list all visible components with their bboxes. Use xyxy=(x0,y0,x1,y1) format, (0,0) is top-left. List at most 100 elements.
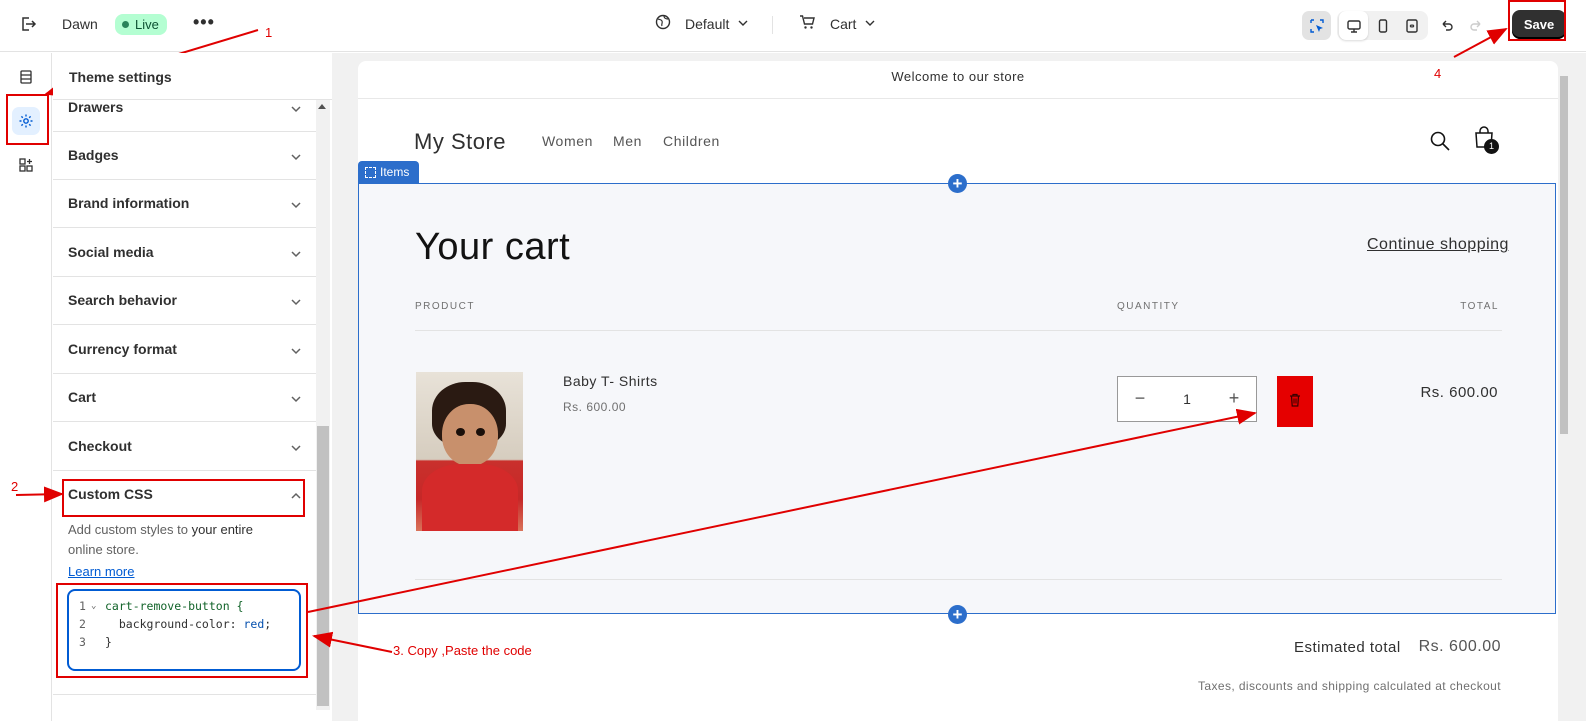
chevron-down-icon xyxy=(737,16,749,32)
code-line: 2 background-color: red; xyxy=(69,615,299,633)
code-property: background-color: xyxy=(105,617,244,631)
code-text: background-color: red; xyxy=(105,615,271,633)
top-bar: Dawn Live ••• Default Cart Save xyxy=(0,0,1586,52)
product-price: Rs. 600.00 xyxy=(563,400,627,414)
nav-link-children[interactable]: Children xyxy=(663,133,720,149)
section-search-behavior[interactable]: Search behavior xyxy=(53,277,316,325)
divider xyxy=(772,16,773,34)
desc-text: online store. xyxy=(68,542,139,557)
line-number: 3 xyxy=(79,635,86,649)
annotation-step-1: 1 xyxy=(265,25,273,40)
column-header-quantity: QUANTITY xyxy=(1117,301,1180,312)
code-value: red xyxy=(243,617,265,631)
store-logo[interactable]: My Store xyxy=(414,129,506,155)
plus-icon[interactable]: + xyxy=(1224,388,1244,409)
live-badge: Live xyxy=(115,14,167,35)
column-header-total: TOTAL xyxy=(1460,301,1499,312)
custom-css-editor[interactable]: 1 ⌄ cart-remove-button { 2 background-co… xyxy=(67,589,301,671)
section-checkout[interactable]: Checkout xyxy=(53,423,316,471)
annotation-step-4: 4 xyxy=(1434,66,1442,81)
cart-title: Your cart xyxy=(415,226,571,268)
desc-text: Add custom styles to xyxy=(68,522,192,537)
code-line: 1 ⌄ cart-remove-button { xyxy=(69,597,299,615)
scroll-up-arrow-icon[interactable] xyxy=(318,104,326,109)
product-image-detail xyxy=(422,464,518,531)
code-punct: ; xyxy=(264,617,272,631)
template-selector[interactable]: Default xyxy=(655,14,749,33)
section-cart[interactable]: Cart xyxy=(53,374,316,422)
panel-header: Theme settings xyxy=(53,53,332,100)
desktop-icon[interactable] xyxy=(1339,11,1368,40)
app-embeds-icon[interactable] xyxy=(12,151,40,179)
chevron-down-icon xyxy=(290,392,302,404)
page-selector-label: Cart xyxy=(830,15,857,32)
toolbar-tools xyxy=(1302,11,1490,40)
announcement-bar: Welcome to our store xyxy=(358,61,1558,99)
sections-icon[interactable] xyxy=(12,63,40,91)
product-image-detail xyxy=(476,428,485,436)
section-label: Cart xyxy=(68,389,97,405)
nav-link-women[interactable]: Women xyxy=(542,133,593,149)
custom-css-description: Add custom styles to your entire online … xyxy=(68,520,298,560)
estimated-total-label: Estimated total xyxy=(1294,639,1401,656)
template-selector-label: Default xyxy=(685,15,730,32)
search-icon[interactable] xyxy=(1429,130,1451,157)
code-line: 3 } xyxy=(69,633,299,651)
nav-link-men[interactable]: Men xyxy=(613,133,642,149)
cart-remove-button[interactable] xyxy=(1277,376,1313,427)
section-label: Social media xyxy=(68,244,154,260)
section-social-media[interactable]: Social media xyxy=(53,229,316,277)
section-brand-information[interactable]: Brand information xyxy=(53,180,316,228)
add-section-button[interactable]: + xyxy=(948,605,967,624)
fold-icon[interactable]: ⌄ xyxy=(91,597,96,615)
undo-icon[interactable] xyxy=(1432,11,1461,40)
fullwidth-icon[interactable] xyxy=(1397,11,1426,40)
product-name[interactable]: Baby T- Shirts xyxy=(563,373,658,389)
continue-shopping-link[interactable]: Continue shopping xyxy=(1367,236,1509,254)
code-text: } xyxy=(105,635,112,649)
cart-items-section[interactable]: Your cart Continue shopping PRODUCT QUAN… xyxy=(358,183,1556,614)
panel-scrollbar-thumb[interactable] xyxy=(317,426,329,706)
panel-title: Theme settings xyxy=(69,69,172,85)
chevron-up-icon xyxy=(290,489,302,501)
more-actions-button[interactable]: ••• xyxy=(193,12,215,33)
chevron-down-icon xyxy=(290,102,302,114)
section-next-collapsed[interactable] xyxy=(53,694,316,721)
section-badges[interactable]: Badges xyxy=(53,132,316,180)
section-currency-format[interactable]: Currency format xyxy=(53,326,316,374)
cart-count-badge: 1 xyxy=(1484,139,1499,154)
theme-settings-icon[interactable] xyxy=(12,107,40,135)
page-selector[interactable]: Cart xyxy=(799,14,876,33)
chevron-down-icon xyxy=(290,150,302,162)
redo-icon[interactable] xyxy=(1461,11,1490,40)
divider xyxy=(415,330,1502,331)
annotation-step-3: 3. Copy ,Paste the code xyxy=(393,643,532,658)
mobile-icon[interactable] xyxy=(1368,11,1397,40)
section-label: Badges xyxy=(68,147,119,163)
product-image[interactable] xyxy=(416,372,523,531)
chevron-down-icon xyxy=(290,198,302,210)
chevron-down-icon xyxy=(290,247,302,259)
line-number: 2 xyxy=(79,617,86,631)
tax-note: Taxes, discounts and shipping calculated… xyxy=(1198,679,1501,693)
annotation-step-2: 2 xyxy=(11,479,19,494)
preview-scrollbar-thumb[interactable] xyxy=(1560,76,1568,434)
section-label: Checkout xyxy=(68,438,132,454)
learn-more-link[interactable]: Learn more xyxy=(68,564,134,579)
desc-bold-text: your entire xyxy=(191,522,253,537)
line-item-total: Rs. 600.00 xyxy=(1420,384,1498,401)
theme-name: Dawn xyxy=(62,16,98,32)
inspector-icon[interactable] xyxy=(1302,11,1331,40)
product-image-detail xyxy=(442,404,498,466)
chevron-down-icon xyxy=(290,295,302,307)
exit-icon[interactable] xyxy=(18,14,38,34)
save-button[interactable]: Save xyxy=(1512,10,1566,39)
section-label: Drawers xyxy=(68,99,124,115)
quantity-stepper[interactable]: − 1 + xyxy=(1117,376,1257,422)
column-header-product: PRODUCT xyxy=(415,301,475,312)
section-custom-css[interactable]: Custom CSS xyxy=(53,471,316,519)
add-section-button[interactable]: + xyxy=(948,174,967,193)
cart-icon xyxy=(799,14,816,33)
divider xyxy=(415,579,1502,580)
section-tab-items[interactable]: Items xyxy=(358,161,420,183)
